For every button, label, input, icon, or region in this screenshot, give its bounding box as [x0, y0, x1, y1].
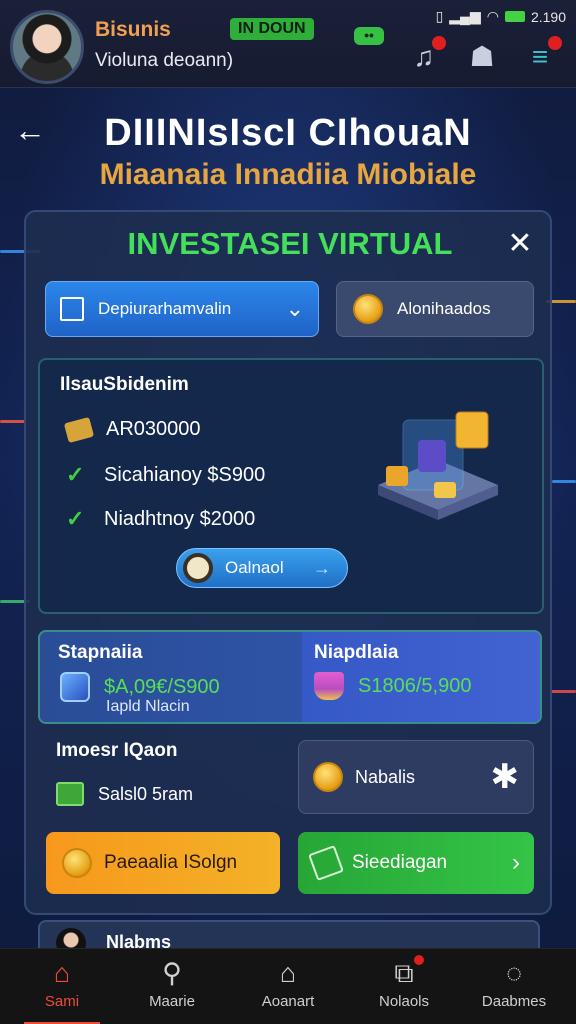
split-left-amount: $А,09€/Ѕ900: [104, 675, 220, 698]
home-icon: ⌂: [53, 958, 71, 988]
close-button[interactable]: ✕: [504, 226, 536, 260]
nav-item-chat[interactable]: ◌ Daabmes: [464, 949, 564, 1024]
info-heading: IlsauSbidenim: [60, 374, 189, 395]
orange-button-label: Paeaalia ISolgn: [104, 852, 238, 873]
info-row-text: Niadhtnoy $2000: [104, 507, 256, 530]
pill-button[interactable]: Oalnaol →: [176, 548, 348, 588]
split-right-amount: S1806/5,900: [358, 674, 472, 697]
info-row: ✓ Niadhtnoy $2000: [66, 506, 255, 532]
chevron-down-icon: ⌄: [285, 296, 304, 321]
user-name: Bisunis: [95, 18, 171, 41]
orange-action-button[interactable]: Paeaalia ISolgn: [46, 832, 280, 894]
bottom-nav: ⌂ Sami ⚲ Maarie ⌂ Aoanart ⧉ Nolaols ◌ Da…: [0, 948, 576, 1024]
vibrate-icon: ▯: [435, 8, 444, 24]
clock: 2.190: [530, 8, 566, 25]
green-button-label: Sieediagan: [352, 852, 448, 873]
wifi-icon: ◠: [486, 8, 499, 24]
page-title: DIIINIsIscI CIhouaN: [104, 112, 472, 154]
coin-icon: [313, 762, 343, 792]
balance-split-card: Stapnaiia $А,09€/Ѕ900 Iapld Nlacin Niapd…: [38, 630, 542, 724]
page-subtitle: Miaanaia Innadiia Miobiale: [99, 158, 477, 191]
investment-panel: INVESTASEI VIRTUAL ✕ Depiurarhamvalin ⌄ …: [24, 210, 552, 915]
gem-icon: [60, 672, 90, 702]
chat-bubble-icon[interactable]: ••: [354, 27, 384, 45]
nav-item-house[interactable]: ⌂ Aoanart: [238, 949, 338, 1024]
dropdown-select[interactable]: Depiurarhamvalin ⌄: [45, 281, 319, 337]
crypto-cube-illustration: [378, 411, 498, 520]
green-action-button[interactable]: Sieediagan ›: [298, 832, 534, 894]
nav-item-notifications[interactable]: ⧉ Nolaols: [354, 949, 454, 1024]
music-notif-icon[interactable]: ♫: [406, 36, 446, 76]
coin-ring-icon: [183, 553, 213, 583]
background-streak: [550, 690, 576, 693]
avatar[interactable]: [10, 10, 84, 84]
box-icon: [308, 845, 344, 881]
nav-label: Aoanart: [261, 993, 315, 1010]
notification-dot: [548, 36, 562, 50]
notification-dot: [414, 955, 424, 965]
nav-item-home[interactable]: ⌂ Sami: [12, 949, 112, 1024]
nabalis-button[interactable]: Nabalis ✱: [298, 740, 534, 814]
coin-icon: [353, 294, 383, 324]
cash-icon: [56, 782, 84, 806]
dropdown-label: Depiurarhamvalin: [98, 299, 232, 318]
notification-icon: ⧉: [394, 958, 414, 988]
split-right-label: Niapdlaia: [314, 642, 399, 663]
square-icon: [60, 297, 84, 321]
signal-icon: ▂▄▆: [449, 8, 481, 24]
arrow-right-icon: →: [313, 557, 331, 578]
info-row: ✓ Sicahianoу $S900: [66, 462, 265, 488]
background-streak: [552, 480, 576, 483]
status-badge: IN DOUN: [230, 18, 314, 40]
notification-dot: [432, 36, 446, 50]
star-icon: ✱: [490, 758, 520, 796]
battery-icon: [504, 11, 525, 22]
nav-label: Maarie: [149, 993, 195, 1010]
nav-label: Sami: [44, 993, 80, 1010]
app-header: Bisunis Violuna deoann) IN DOUN •• ▯ ▂▄▆…: [0, 0, 576, 88]
wallet-icon: [63, 416, 95, 443]
search-person-icon: ⚲: [162, 958, 182, 988]
close-icon: ✕: [507, 227, 533, 260]
menu-icon[interactable]: ≡: [522, 36, 562, 76]
info-row-text: Sicahianoу $S900: [104, 463, 266, 486]
nav-item-search[interactable]: ⚲ Maarie: [122, 949, 222, 1024]
basket-icon: [314, 672, 344, 700]
ghost-icon[interactable]: ☗: [464, 40, 500, 76]
nabalis-label: Nabalis: [355, 766, 416, 787]
split-left-sub: Iapld Nlacin: [106, 698, 190, 715]
house-icon: ⌂: [279, 958, 297, 988]
nav-label: Nolaols: [378, 993, 430, 1010]
check-icon: ✓: [66, 506, 85, 531]
alt-button-label: Alonihaados: [397, 299, 491, 318]
check-icon: ✓: [66, 462, 85, 487]
panel-title: INVESTASEI VIRTUAL: [127, 226, 453, 261]
alt-button[interactable]: Alonihaados: [336, 281, 534, 337]
info-card: IlsauSbidenim AR030000 ✓ Sicahianoу $S90…: [38, 358, 544, 614]
pill-button-label: Oalnaol: [225, 558, 284, 577]
section-row-text: Salsl0 5ram: [98, 783, 194, 804]
split-left-label: Stapnaiia: [58, 642, 143, 663]
split-right-value: S1806/5,900: [314, 672, 471, 700]
background-streak: [0, 420, 26, 423]
chevron-right-icon: ›: [512, 849, 520, 876]
system-status-bar: ▯ ▂▄▆ ◠ 2.190: [436, 8, 566, 25]
nav-label: Daabmes: [481, 993, 547, 1010]
coin-icon: [62, 848, 92, 878]
info-row: AR030000: [63, 416, 201, 443]
info-row-text: AR030000: [106, 418, 201, 440]
chat-icon: ◌: [505, 958, 523, 988]
section-label: Imoesr IQaon: [56, 740, 178, 761]
section-row: Salsl0 5ram: [56, 782, 193, 806]
user-subtitle: Violuna deoann): [95, 50, 234, 71]
